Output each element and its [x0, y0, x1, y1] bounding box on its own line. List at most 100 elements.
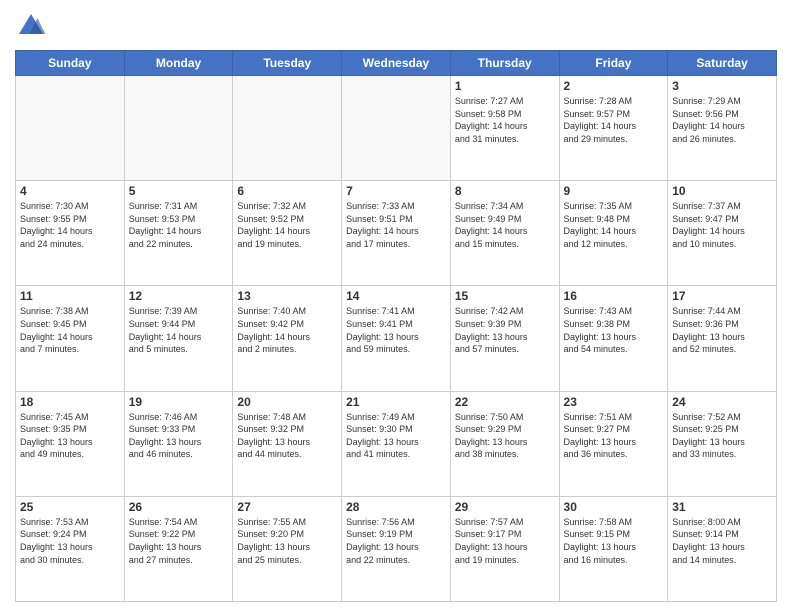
calendar-cell: 20 Sunrise: 7:48 AM Sunset: 9:32 PM Dayli… [233, 391, 342, 496]
day-number: 17 [672, 289, 772, 303]
day-info: Sunrise: 7:32 AM Sunset: 9:52 PM Dayligh… [237, 200, 337, 250]
day-info: Sunrise: 7:58 AM Sunset: 9:15 PM Dayligh… [564, 516, 664, 566]
day-number: 31 [672, 500, 772, 514]
day-number: 20 [237, 395, 337, 409]
calendar-cell: 30Sunrise: 7:58 AM Sunset: 9:15 PM Dayli… [559, 496, 668, 601]
day-info: Sunrise: 7:56 AM Sunset: 9:19 PM Dayligh… [346, 516, 446, 566]
day-number: 29 [455, 500, 555, 514]
calendar-cell: 24 Sunrise: 7:52 AM Sunset: 9:25 PM Dayli… [668, 391, 777, 496]
day-of-week-header: Friday [559, 51, 668, 76]
calendar-cell [233, 76, 342, 181]
calendar-cell [342, 76, 451, 181]
header [15, 10, 777, 42]
day-number: 28 [346, 500, 446, 514]
calendar-cell: 5 Sunrise: 7:31 AM Sunset: 9:53 PM Daylig… [124, 181, 233, 286]
calendar-cell: 4 Sunrise: 7:30 AM Sunset: 9:55 PM Daylig… [16, 181, 125, 286]
day-info: Sunrise: 7:41 AM Sunset: 9:41 PM Dayligh… [346, 305, 446, 355]
day-number: 12 [129, 289, 229, 303]
calendar-cell [124, 76, 233, 181]
day-number: 22 [455, 395, 555, 409]
day-number: 2 [564, 79, 664, 93]
calendar-cell: 15 Sunrise: 7:42 AM Sunset: 9:39 PM Dayli… [450, 286, 559, 391]
calendar-cell: 14 Sunrise: 7:41 AM Sunset: 9:41 PM Dayli… [342, 286, 451, 391]
day-of-week-header: Monday [124, 51, 233, 76]
calendar-cell: 7 Sunrise: 7:33 AM Sunset: 9:51 PM Daylig… [342, 181, 451, 286]
calendar-week-row: 1 Sunrise: 7:27 AM Sunset: 9:58 PM Daylig… [16, 76, 777, 181]
day-of-week-header: Sunday [16, 51, 125, 76]
day-number: 24 [672, 395, 772, 409]
day-number: 11 [20, 289, 120, 303]
day-number: 1 [455, 79, 555, 93]
calendar-cell: 29 Sunrise: 7:57 AM Sunset: 9:17 PM Dayli… [450, 496, 559, 601]
calendar-week-row: 4 Sunrise: 7:30 AM Sunset: 9:55 PM Daylig… [16, 181, 777, 286]
day-number: 15 [455, 289, 555, 303]
calendar-cell [16, 76, 125, 181]
day-info: Sunrise: 7:46 AM Sunset: 9:33 PM Dayligh… [129, 411, 229, 461]
day-info: Sunrise: 7:30 AM Sunset: 9:55 PM Dayligh… [20, 200, 120, 250]
calendar-cell: 8 Sunrise: 7:34 AM Sunset: 9:49 PM Daylig… [450, 181, 559, 286]
calendar-cell: 1 Sunrise: 7:27 AM Sunset: 9:58 PM Daylig… [450, 76, 559, 181]
page: SundayMondayTuesdayWednesdayThursdayFrid… [0, 0, 792, 612]
calendar-cell: 23 Sunrise: 7:51 AM Sunset: 9:27 PM Dayli… [559, 391, 668, 496]
day-number: 14 [346, 289, 446, 303]
calendar-cell: 16Sunrise: 7:43 AM Sunset: 9:38 PM Dayli… [559, 286, 668, 391]
day-number: 23 [564, 395, 664, 409]
day-info: Sunrise: 7:48 AM Sunset: 9:32 PM Dayligh… [237, 411, 337, 461]
calendar-cell: 21Sunrise: 7:49 AM Sunset: 9:30 PM Dayli… [342, 391, 451, 496]
day-number: 4 [20, 184, 120, 198]
day-number: 5 [129, 184, 229, 198]
day-of-week-header: Tuesday [233, 51, 342, 76]
day-info: Sunrise: 7:39 AM Sunset: 9:44 PM Dayligh… [129, 305, 229, 355]
day-info: Sunrise: 7:29 AM Sunset: 9:56 PM Dayligh… [672, 95, 772, 145]
day-info: Sunrise: 8:00 AM Sunset: 9:14 PM Dayligh… [672, 516, 772, 566]
day-info: Sunrise: 7:57 AM Sunset: 9:17 PM Dayligh… [455, 516, 555, 566]
day-number: 13 [237, 289, 337, 303]
day-number: 18 [20, 395, 120, 409]
day-info: Sunrise: 7:33 AM Sunset: 9:51 PM Dayligh… [346, 200, 446, 250]
calendar-week-row: 18 Sunrise: 7:45 AM Sunset: 9:35 PM Dayli… [16, 391, 777, 496]
day-info: Sunrise: 7:50 AM Sunset: 9:29 PM Dayligh… [455, 411, 555, 461]
day-of-week-header: Saturday [668, 51, 777, 76]
calendar-cell: 31 Sunrise: 8:00 AM Sunset: 9:14 PM Dayli… [668, 496, 777, 601]
calendar-cell: 27Sunrise: 7:55 AM Sunset: 9:20 PM Dayli… [233, 496, 342, 601]
day-of-week-header: Thursday [450, 51, 559, 76]
day-info: Sunrise: 7:31 AM Sunset: 9:53 PM Dayligh… [129, 200, 229, 250]
day-info: Sunrise: 7:35 AM Sunset: 9:48 PM Dayligh… [564, 200, 664, 250]
calendar-cell: 19 Sunrise: 7:46 AM Sunset: 9:33 PM Dayli… [124, 391, 233, 496]
calendar-cell: 11 Sunrise: 7:38 AM Sunset: 9:45 PM Dayli… [16, 286, 125, 391]
calendar-cell: 13Sunrise: 7:40 AM Sunset: 9:42 PM Dayli… [233, 286, 342, 391]
day-info: Sunrise: 7:38 AM Sunset: 9:45 PM Dayligh… [20, 305, 120, 355]
day-info: Sunrise: 7:44 AM Sunset: 9:36 PM Dayligh… [672, 305, 772, 355]
calendar-cell: 9 Sunrise: 7:35 AM Sunset: 9:48 PM Daylig… [559, 181, 668, 286]
calendar-cell: 6Sunrise: 7:32 AM Sunset: 9:52 PM Daylig… [233, 181, 342, 286]
day-info: Sunrise: 7:52 AM Sunset: 9:25 PM Dayligh… [672, 411, 772, 461]
calendar-cell: 28 Sunrise: 7:56 AM Sunset: 9:19 PM Dayli… [342, 496, 451, 601]
day-of-week-header: Wednesday [342, 51, 451, 76]
day-info: Sunrise: 7:43 AM Sunset: 9:38 PM Dayligh… [564, 305, 664, 355]
day-info: Sunrise: 7:37 AM Sunset: 9:47 PM Dayligh… [672, 200, 772, 250]
day-number: 10 [672, 184, 772, 198]
day-info: Sunrise: 7:55 AM Sunset: 9:20 PM Dayligh… [237, 516, 337, 566]
day-info: Sunrise: 7:53 AM Sunset: 9:24 PM Dayligh… [20, 516, 120, 566]
calendar-cell: 17 Sunrise: 7:44 AM Sunset: 9:36 PM Dayli… [668, 286, 777, 391]
day-number: 25 [20, 500, 120, 514]
calendar-cell: 3Sunrise: 7:29 AM Sunset: 9:56 PM Daylig… [668, 76, 777, 181]
calendar-header-row: SundayMondayTuesdayWednesdayThursdayFrid… [16, 51, 777, 76]
day-number: 7 [346, 184, 446, 198]
day-info: Sunrise: 7:49 AM Sunset: 9:30 PM Dayligh… [346, 411, 446, 461]
day-info: Sunrise: 7:34 AM Sunset: 9:49 PM Dayligh… [455, 200, 555, 250]
calendar-body: 1 Sunrise: 7:27 AM Sunset: 9:58 PM Daylig… [16, 76, 777, 602]
day-number: 26 [129, 500, 229, 514]
logo-icon [15, 10, 47, 42]
day-info: Sunrise: 7:27 AM Sunset: 9:58 PM Dayligh… [455, 95, 555, 145]
calendar-cell: 22 Sunrise: 7:50 AM Sunset: 9:29 PM Dayli… [450, 391, 559, 496]
day-number: 9 [564, 184, 664, 198]
calendar-cell: 25 Sunrise: 7:53 AM Sunset: 9:24 PM Dayli… [16, 496, 125, 601]
day-number: 8 [455, 184, 555, 198]
day-number: 19 [129, 395, 229, 409]
day-info: Sunrise: 7:42 AM Sunset: 9:39 PM Dayligh… [455, 305, 555, 355]
calendar-cell: 26Sunrise: 7:54 AM Sunset: 9:22 PM Dayli… [124, 496, 233, 601]
day-info: Sunrise: 7:45 AM Sunset: 9:35 PM Dayligh… [20, 411, 120, 461]
day-info: Sunrise: 7:51 AM Sunset: 9:27 PM Dayligh… [564, 411, 664, 461]
calendar-cell: 18 Sunrise: 7:45 AM Sunset: 9:35 PM Dayli… [16, 391, 125, 496]
